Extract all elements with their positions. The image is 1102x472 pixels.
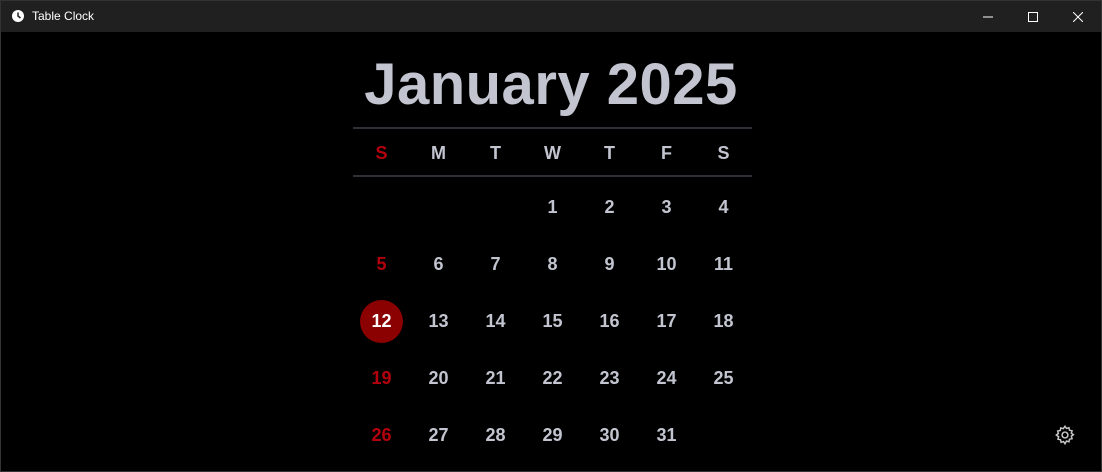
day-cell[interactable]: 5: [353, 236, 410, 293]
weekday-header: T: [581, 125, 638, 182]
cell-label: 29: [542, 425, 563, 445]
cell-label: 14: [485, 311, 506, 331]
cell-label: 7: [490, 254, 501, 274]
weekday-header: F: [638, 125, 695, 182]
cell-label: S: [375, 143, 388, 163]
cell-label: 25: [713, 368, 734, 388]
day-cell[interactable]: 28: [467, 407, 524, 464]
cell-label: 9: [604, 254, 615, 274]
day-cell[interactable]: 19: [353, 350, 410, 407]
cell-label: S: [717, 143, 730, 163]
day-cell[interactable]: 25: [695, 350, 752, 407]
cell-label: 1: [547, 197, 558, 217]
title-bar: Table Clock: [1, 1, 1101, 32]
day-cell[interactable]: 11: [695, 236, 752, 293]
cell-label: M: [431, 143, 446, 163]
cell-label: 22: [542, 368, 563, 388]
day-cell[interactable]: 27: [410, 407, 467, 464]
day-cell[interactable]: 14: [467, 293, 524, 350]
day-cell[interactable]: 6: [410, 236, 467, 293]
cell-label: 3: [661, 197, 672, 217]
cell-label: 12: [360, 300, 403, 343]
clock-icon: [12, 10, 24, 22]
cell-label: 10: [656, 254, 677, 274]
cell-label: W: [544, 143, 561, 163]
day-cell[interactable]: 4: [695, 179, 752, 236]
cell-label: 18: [713, 311, 734, 331]
weekday-header: M: [410, 125, 467, 182]
month-title: January 2025: [364, 52, 738, 117]
cell-label: 4: [718, 197, 729, 217]
day-cell[interactable]: 3: [638, 179, 695, 236]
close-icon: [1073, 11, 1083, 22]
cell-label: 24: [656, 368, 677, 388]
cell-label: 23: [599, 368, 620, 388]
cell-label: T: [490, 143, 501, 163]
day-cell[interactable]: 26: [353, 407, 410, 464]
day-cell[interactable]: 15: [524, 293, 581, 350]
close-button[interactable]: [1055, 1, 1101, 32]
cell-label: 11: [713, 254, 734, 274]
day-cell[interactable]: 22: [524, 350, 581, 407]
cell-label: 5: [376, 254, 387, 274]
cell-label: 19: [371, 368, 392, 388]
cell-label: 21: [485, 368, 506, 388]
day-cell[interactable]: 16: [581, 293, 638, 350]
day-cell[interactable]: 18: [695, 293, 752, 350]
day-cell[interactable]: 12: [353, 293, 410, 350]
minimize-button[interactable]: [965, 1, 1011, 32]
cell-label: 16: [599, 311, 620, 331]
cell-label: 8: [547, 254, 558, 274]
cell-label: F: [661, 143, 672, 163]
cell-label: 26: [371, 425, 392, 445]
cell-label: 27: [428, 425, 449, 445]
day-cell[interactable]: 31: [638, 407, 695, 464]
day-cell[interactable]: 20: [410, 350, 467, 407]
cell-label: 2: [604, 197, 615, 217]
day-cell[interactable]: 10: [638, 236, 695, 293]
day-cell[interactable]: 13: [410, 293, 467, 350]
cell-label: 13: [428, 311, 449, 331]
day-cell[interactable]: 24: [638, 350, 695, 407]
settings-gear-icon[interactable]: [1054, 424, 1076, 446]
maximize-icon: [1028, 11, 1038, 22]
window-title: Table Clock: [32, 9, 95, 23]
day-cell[interactable]: 17: [638, 293, 695, 350]
weekday-header: S: [353, 125, 410, 182]
cell-label: 31: [656, 425, 677, 445]
cell-label: 30: [599, 425, 620, 445]
weekday-header: S: [695, 125, 752, 182]
cell-label: 20: [428, 368, 449, 388]
day-cell[interactable]: 29: [524, 407, 581, 464]
cell-label: 6: [433, 254, 444, 274]
day-cell[interactable]: 8: [524, 236, 581, 293]
weekday-header: W: [524, 125, 581, 182]
maximize-button[interactable]: [1010, 1, 1056, 32]
day-cell[interactable]: 7: [467, 236, 524, 293]
cell-label: 15: [542, 311, 563, 331]
day-cell[interactable]: 30: [581, 407, 638, 464]
day-cell[interactable]: 1: [524, 179, 581, 236]
day-cell[interactable]: 23: [581, 350, 638, 407]
cell-label: T: [604, 143, 615, 163]
day-cell[interactable]: 21: [467, 350, 524, 407]
weekday-header: T: [467, 125, 524, 182]
cell-label: 28: [485, 425, 506, 445]
cell-label: 17: [656, 311, 677, 331]
day-cell[interactable]: 2: [581, 179, 638, 236]
minimize-icon: [983, 16, 993, 17]
day-cell[interactable]: 9: [581, 236, 638, 293]
